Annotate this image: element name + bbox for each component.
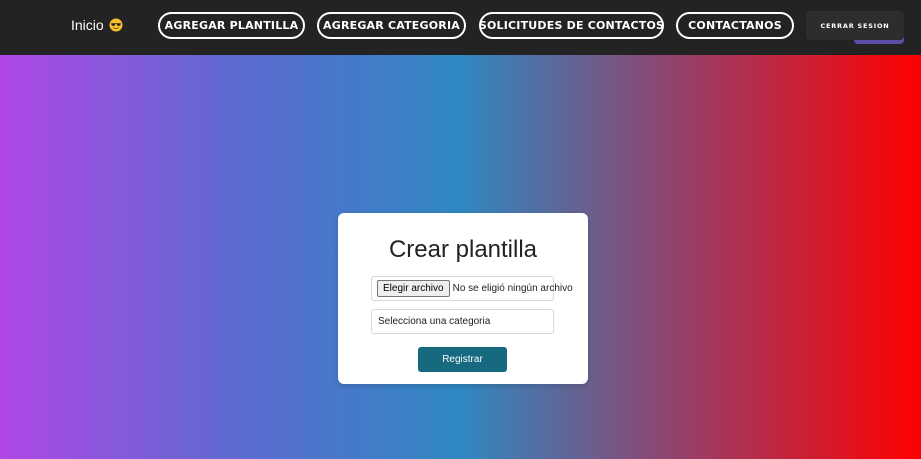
nav-button-contactanos[interactable]: CONTACTANOS (676, 12, 794, 39)
form-title: Crear plantilla (388, 236, 538, 263)
nav-button-agregar-plantilla[interactable]: AGREGAR PLANTILLA (158, 12, 305, 39)
choose-file-button[interactable]: Elegir archivo (377, 280, 450, 297)
home-link[interactable]: Inicio (71, 17, 123, 33)
register-button[interactable]: Registrar (418, 347, 507, 372)
logout-button-wrapper: CERRAR SESION (806, 11, 904, 44)
file-input[interactable]: Elegir archivo No se eligió ningún archi… (371, 276, 573, 301)
create-template-form-card: Crear plantilla Elegir archivo No se eli… (338, 213, 588, 384)
nav-button-solicitudes-de-contactos[interactable]: SOLICITUDES DE CONTACTOS (479, 12, 664, 39)
home-link-label: Inicio (71, 17, 104, 33)
sunglasses-emoji-icon (109, 18, 123, 32)
file-status-text: No se eligió ningún archivo (452, 283, 573, 294)
logout-button[interactable]: CERRAR SESION (806, 11, 904, 40)
nav-button-agregar-categoria[interactable]: AGREGAR CATEGORIA (317, 12, 466, 39)
category-select[interactable]: Selecciona una categoria (371, 309, 554, 334)
top-navbar: Inicio AGREGAR PLANTILLA AGREGAR CATEGOR… (0, 0, 921, 55)
